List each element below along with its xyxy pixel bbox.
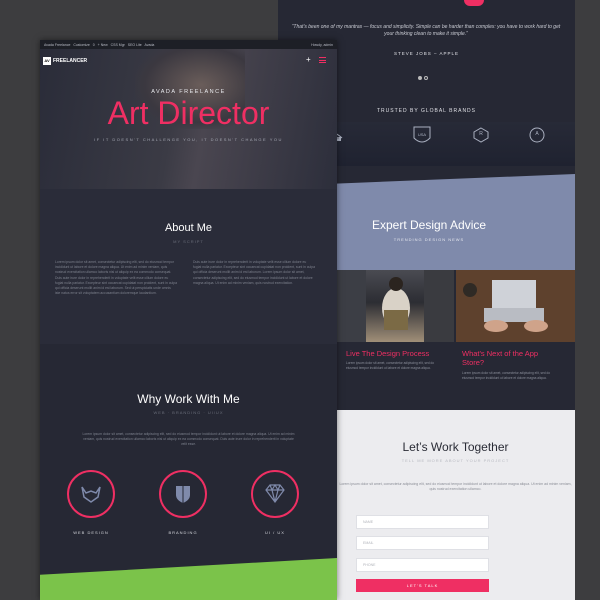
admin-bar: Avada Freelance Customize 0 + New CSS Mg… — [40, 40, 337, 49]
advice-banner: Expert Design Advice TRENDING DESIGN NEW… — [336, 174, 575, 270]
admin-bar-item[interactable]: CSS Mgr — [111, 43, 125, 47]
brand-logo: R — [472, 127, 490, 143]
service-label: UI / UX — [265, 530, 285, 535]
hero-tagline: IF IT DOESN'T CHALLENGE YOU, IT DOESN'T … — [94, 137, 283, 142]
why-title: Why Work With Me — [137, 392, 240, 406]
admin-bar-item[interactable]: + New — [98, 43, 108, 47]
contact-text: Lorem ipsum dolor sit amet, consectetur … — [339, 482, 572, 491]
news-card-text: Lorem ipsum dolor sit amet, consectetur … — [346, 361, 435, 370]
news-card-text: Lorem ipsum dolor sit amet, consectetur … — [462, 371, 551, 380]
service-label: BRANDING — [168, 530, 198, 535]
email-field[interactable]: EMAIL — [356, 536, 489, 550]
service-label: WEB DESIGN — [73, 530, 109, 535]
admin-bar-item[interactable]: Customize — [73, 43, 90, 47]
why-subtitle: WEB · BRANDING · UI/UX — [153, 410, 224, 415]
about-section: About Me MY SCRIPT Lorem ipsum dolor sit… — [40, 189, 337, 344]
submit-button[interactable]: LET'S TALK — [356, 579, 489, 592]
news-section: dolore magna Live The Design Process Lor… — [278, 270, 575, 410]
slider-dot[interactable] — [424, 76, 428, 80]
testimonial-quote: “That's been one of my mantras — focus a… — [291, 24, 561, 37]
about-title: About Me — [164, 222, 213, 234]
brand-logo: A — [528, 127, 546, 143]
contact-title: Let’s Work Together — [402, 440, 509, 454]
admin-bar-item[interactable]: Avada Freelance — [44, 43, 70, 47]
quote-mark-icon — [464, 0, 484, 6]
admin-bar-item[interactable]: Avada — [145, 43, 155, 47]
admin-bar-item[interactable]: SEO Lite — [128, 43, 142, 47]
slider-dot[interactable] — [418, 76, 422, 80]
admin-user[interactable]: Howdy, admin — [311, 43, 333, 47]
news-card-title[interactable]: What's Next of the App Store? — [462, 349, 562, 367]
shield-icon — [159, 470, 207, 518]
hamburger-menu-icon[interactable] — [319, 57, 326, 65]
advice-subtitle: TRENDING DESIGN NEWS — [393, 237, 465, 242]
news-card-title[interactable]: Live The Design Process — [346, 349, 446, 358]
about-subtitle: MY SCRIPT — [173, 239, 204, 244]
plus-icon[interactable]: + — [306, 55, 311, 64]
fox-icon — [67, 470, 115, 518]
news-image-1[interactable] — [336, 270, 454, 342]
left-page-preview: Avada Freelance Customize 0 + New CSS Mg… — [40, 40, 337, 600]
phone-field[interactable]: PHONE — [356, 558, 489, 572]
name-field[interactable]: NAME — [356, 515, 489, 529]
contact-section: Let’s Work Together TELL ME MORE ABOUT Y… — [336, 410, 575, 600]
news-image-2[interactable] — [456, 270, 575, 342]
contact-subtitle: TELL ME MORE ABOUT YOUR PROJECT — [401, 458, 510, 463]
advice-title: Expert Design Advice — [371, 218, 487, 232]
diamond-icon — [251, 470, 299, 518]
site-logo-mark[interactable]: AV — [43, 57, 51, 65]
about-text-right: Duis aute irure dolor in reprehenderit i… — [193, 260, 315, 285]
slider-dots[interactable] — [418, 67, 430, 85]
hero-title: Art Director — [107, 95, 270, 131]
site-logo-text[interactable]: FREELANCER — [53, 58, 87, 64]
about-text-left: Lorem ipsum dolor sit amet, consectetur … — [55, 260, 177, 296]
brand-logo: USA — [412, 126, 432, 143]
admin-bar-item[interactable]: 0 — [93, 43, 95, 47]
why-text: Lorem ipsum dolor sit amet, consectetur … — [82, 432, 295, 447]
